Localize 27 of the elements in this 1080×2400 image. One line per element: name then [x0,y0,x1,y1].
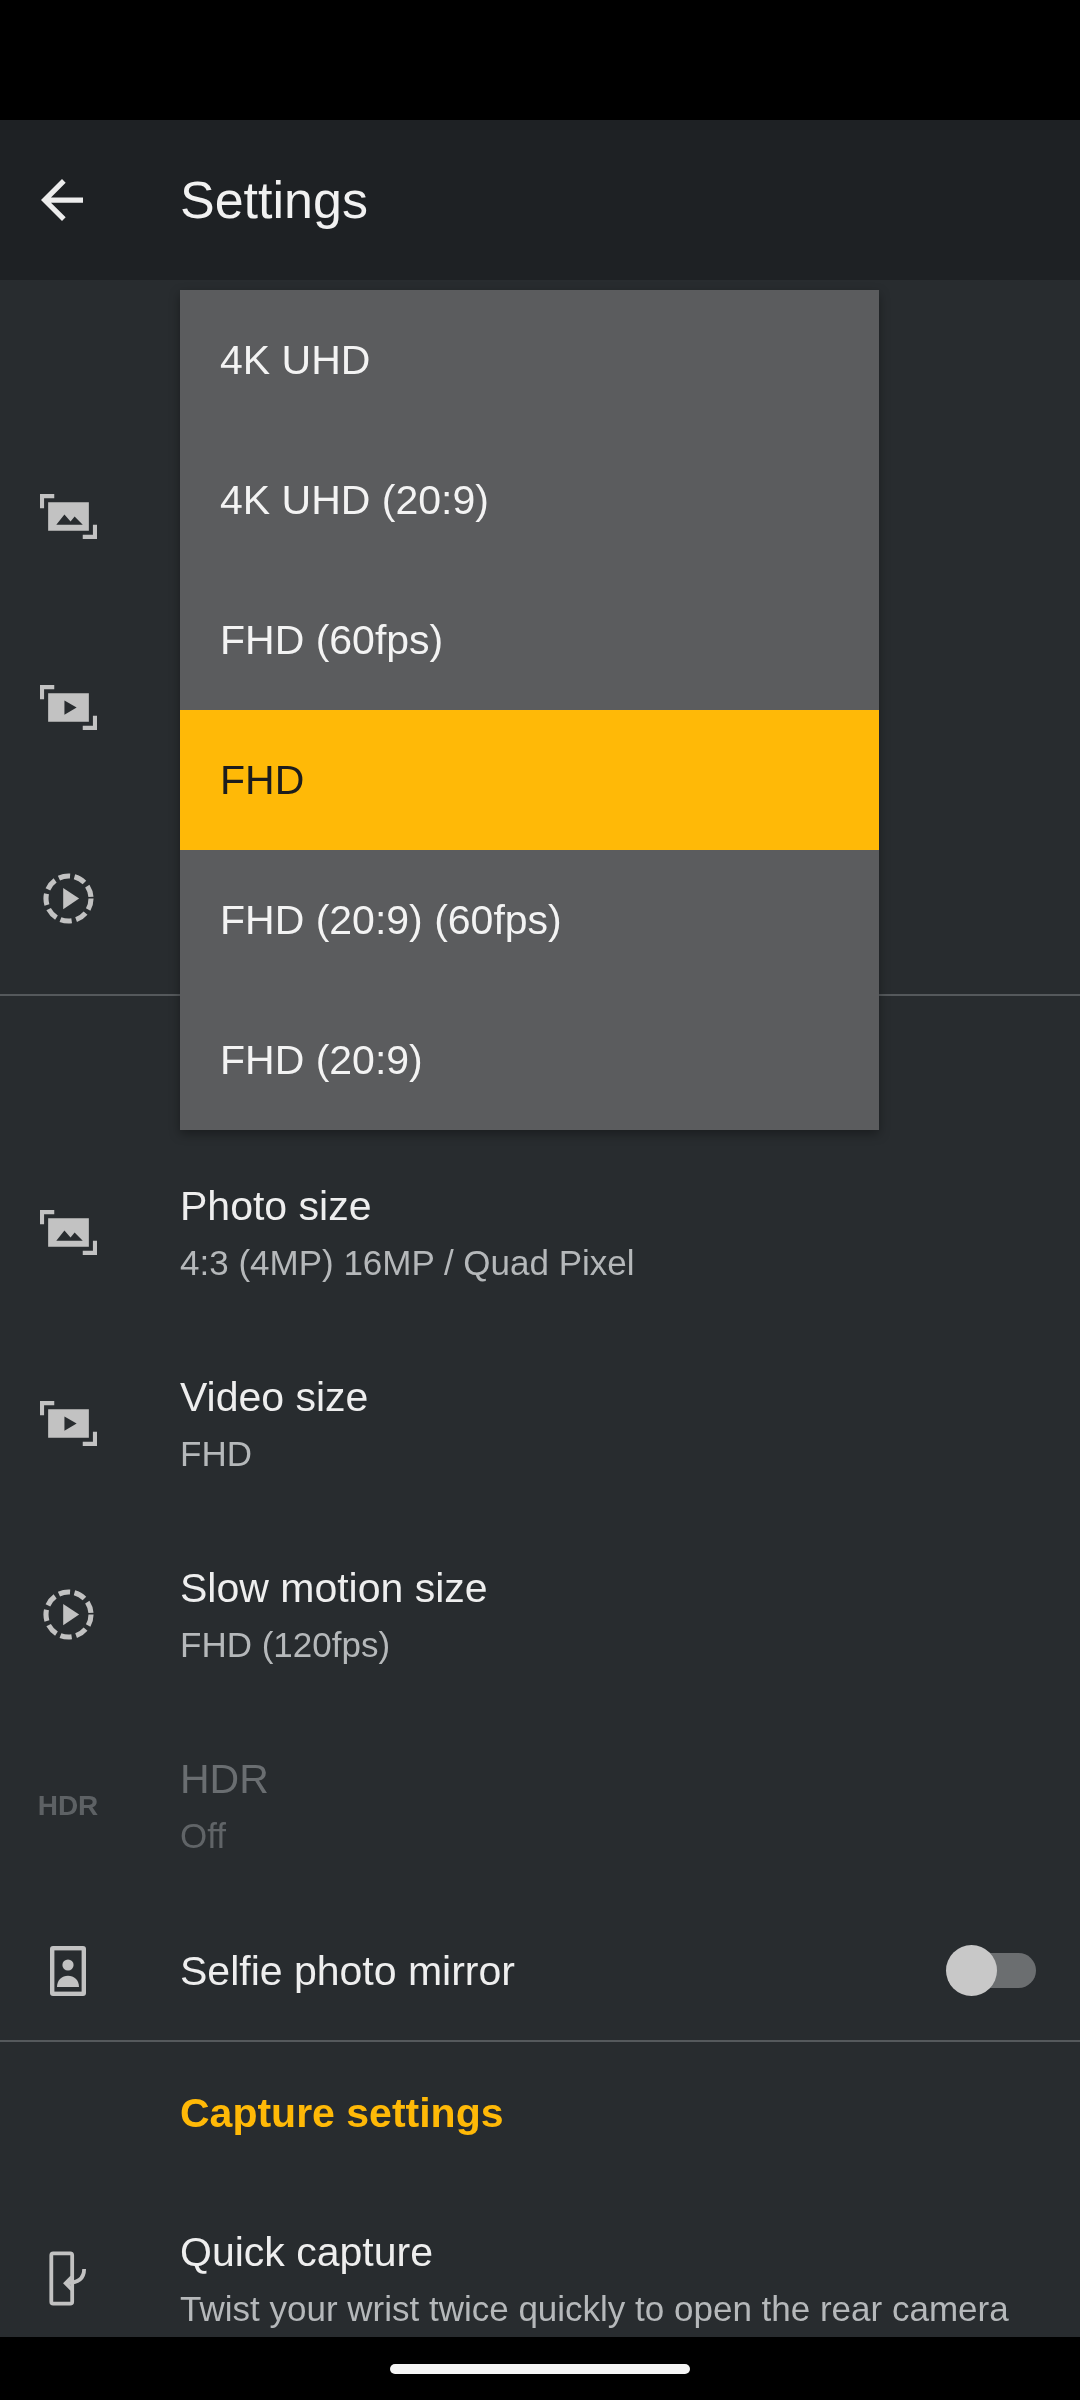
toggle-switch[interactable] [946,1945,1036,1996]
setting-title: Quick capture [180,2227,434,2277]
back-icon [41,179,83,221]
setting-value: Off [180,1814,228,1857]
dropdown-option[interactable]: 4K UHD [180,290,879,430]
setting-title: Selfie photo mirror [180,1946,515,1996]
setting-value: Twist your wrist twice quickly to open the rear camera [180,2287,1009,2330]
video-size-icon [39,1401,97,1446]
setting-title: Video size [180,1372,369,1422]
dropdown-option[interactable]: FHD (60fps) [180,570,879,710]
setting-value: 4:3 (4MP) 16MP / Quad Pixel [180,1241,635,1284]
dropdown-option[interactable]: 4K UHD (20:9) [180,430,879,570]
setting-title: HDR [180,1754,269,1804]
dropdown-option[interactable]: FHD (20:9) [180,990,879,1130]
section-header: Capture settings [180,2088,504,2138]
setting-title: Slow motion size [180,1563,488,1613]
dropdown-option[interactable]: FHD [180,710,879,850]
phone-rotate-icon [49,2251,87,2306]
screen-title: Settings [180,170,368,231]
setting-title: Photo size [180,1181,373,1231]
setting-value: FHD [180,1432,253,1475]
home-handle[interactable] [390,2363,690,2374]
portrait-icon [50,1945,86,1996]
slow-motion-icon [42,1589,94,1640]
dropdown-option[interactable]: FHD (20:9) (60fps) [180,850,879,990]
photo-size-icon [39,1210,97,1255]
setting-value: FHD (120fps) [180,1623,392,1666]
